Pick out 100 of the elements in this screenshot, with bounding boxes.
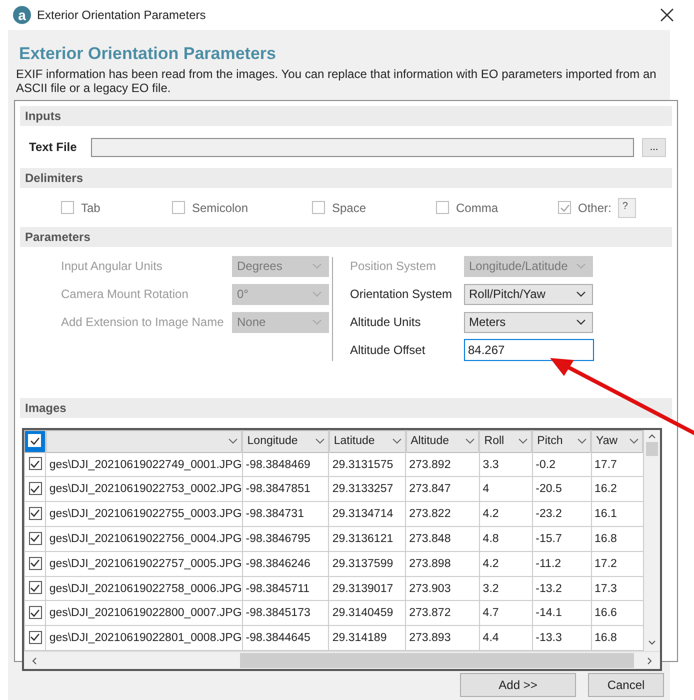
table-cell: -0.2: [532, 452, 592, 477]
browse-button[interactable]: ...: [642, 138, 666, 156]
section-header: Parameters: [20, 227, 672, 247]
chevron-down-icon: [465, 438, 476, 444]
table-cell: ges\DJI_20210619022753_0002.JPG: [46, 476, 242, 502]
table-cell: 4.8: [479, 526, 532, 552]
table-cell: 4.7: [479, 600, 532, 626]
dialog-button[interactable]: Cancel: [588, 673, 664, 697]
table-cell: 3.3: [479, 452, 532, 477]
table-cell: -20.5: [532, 476, 592, 502]
column-header[interactable]: Altitude: [406, 430, 480, 452]
close-button[interactable]: [658, 6, 676, 24]
table-cell: 273.892: [406, 452, 480, 477]
table-cell: ges\DJI_20210619022756_0004.JPG: [46, 526, 242, 552]
table-cell: ges\DJI_20210619022755_0003.JPG: [46, 502, 242, 527]
dialog-button[interactable]: Add >>: [460, 673, 576, 697]
column-header[interactable]: Roll: [479, 430, 532, 452]
checkbox[interactable]: [28, 581, 42, 594]
field-label: Altitude Offset: [350, 343, 426, 357]
field-label: Position System: [350, 259, 438, 273]
table-cell: 16.8: [591, 526, 644, 552]
table-cell: -23.2: [532, 502, 592, 527]
field-label: Input Angular Units: [61, 259, 164, 273]
chevron-down-icon: [518, 438, 528, 444]
app-logo: a: [13, 6, 31, 24]
table-cell: 3.2: [479, 576, 532, 601]
column-title: Pitch: [536, 434, 563, 448]
table-cell: ges\DJI_20210619022757_0005.JPG: [46, 551, 242, 576]
checkbox[interactable]: [28, 457, 42, 470]
column-header[interactable]: Latitude: [328, 430, 406, 452]
table-cell: 273.903: [406, 576, 480, 601]
checkbox-label: Space: [332, 200, 366, 214]
column-header[interactable]: Pitch: [532, 430, 592, 452]
table-cell: -98.3847851: [242, 476, 329, 502]
checkbox[interactable]: [28, 532, 42, 545]
column-header[interactable]: Longitude: [242, 430, 329, 452]
checkbox[interactable]: [28, 506, 42, 520]
table-cell: -98.384731: [242, 502, 329, 527]
table-cell: 29.3137599: [328, 551, 406, 576]
section-header: Delimiters: [20, 168, 672, 188]
vertical-scrollbar[interactable]: [644, 430, 660, 652]
field-label: Add Extension to Image Name: [61, 315, 225, 329]
checkbox-label: Tab: [81, 200, 100, 214]
table-cell: 16.1: [591, 502, 644, 527]
dialog-heading: Exterior Orientation Parameters: [18, 43, 277, 65]
dropdown[interactable]: Meters: [464, 312, 593, 332]
checkbox[interactable]: [28, 630, 42, 644]
table-cell: -13.2: [532, 576, 592, 601]
field-label: Camera Mount Rotation: [61, 287, 190, 301]
table-cell: 273.872: [406, 600, 480, 626]
window-title: Exterior Orientation Parameters: [37, 8, 206, 22]
table-cell: 29.3131575: [328, 452, 406, 477]
column-title: Altitude: [410, 434, 449, 448]
field-label: Text File: [28, 140, 78, 154]
table-cell: 16.6: [591, 600, 644, 626]
checkbox[interactable]: [28, 556, 42, 570]
chevron-down-icon: [312, 319, 322, 325]
chevron-down-icon: [312, 263, 322, 269]
scroll-thumb[interactable]: [646, 442, 658, 456]
table-cell: -98.3845711: [242, 576, 329, 601]
table-cell: -11.2: [532, 551, 592, 576]
column-title: Longitude: [246, 434, 298, 448]
table-cell: 17.2: [591, 551, 644, 576]
table-cell: 29.3134714: [328, 502, 406, 527]
table-cell: ges\DJI_20210619022758_0006.JPG: [46, 576, 242, 601]
altitude-offset-field[interactable]: 84.267: [464, 339, 594, 361]
table-cell: 29.3136121: [328, 526, 406, 552]
table-cell: -98.3846795: [242, 526, 329, 552]
table-cell: -14.1: [532, 600, 592, 626]
dropdown[interactable]: Roll/Pitch/Yaw: [464, 284, 593, 304]
column-header[interactable]: Yaw: [591, 430, 644, 452]
table-cell: ges\DJI_20210619022749_0001.JPG: [46, 452, 242, 477]
field-label: Orientation System: [350, 287, 454, 301]
chevron-down-icon: [577, 438, 588, 444]
table-cell: 17.3: [591, 576, 644, 601]
table-cell: -98.3848469: [242, 452, 329, 477]
column-title: Latitude: [332, 434, 375, 448]
scroll-down-icon: [648, 640, 656, 646]
section-header: Inputs: [20, 106, 672, 126]
column-title: Roll: [483, 434, 504, 448]
section-header: Images: [20, 398, 672, 418]
scroll-right-icon: [647, 656, 652, 665]
table-cell: -15.7: [532, 526, 592, 552]
table-cell: 29.3133257: [328, 476, 406, 502]
horizontal-scrollbar[interactable]: [24, 651, 660, 669]
field-label: Altitude Units: [350, 315, 422, 329]
table-cell: 273.822: [406, 502, 480, 527]
checkbox-label: Semicolon: [192, 200, 248, 214]
text-file-field[interactable]: [91, 138, 634, 156]
scroll-thumb[interactable]: [240, 653, 634, 668]
other-field[interactable]: ?: [618, 198, 636, 218]
checkbox[interactable]: [28, 482, 42, 496]
table-cell: -98.3846246: [242, 551, 329, 576]
description-text: EXIF information has been read from the images. You can replace that information with EO parameters imported from an ASCII file or a legacy EO file.: [15, 67, 658, 95]
scroll-up-icon: [648, 434, 656, 439]
checkbox[interactable]: [28, 606, 42, 620]
table-cell: 4: [479, 476, 532, 502]
table-cell: 4.2: [479, 502, 532, 527]
chevron-down-icon: [392, 438, 402, 444]
chevron-down-icon: [576, 319, 586, 325]
